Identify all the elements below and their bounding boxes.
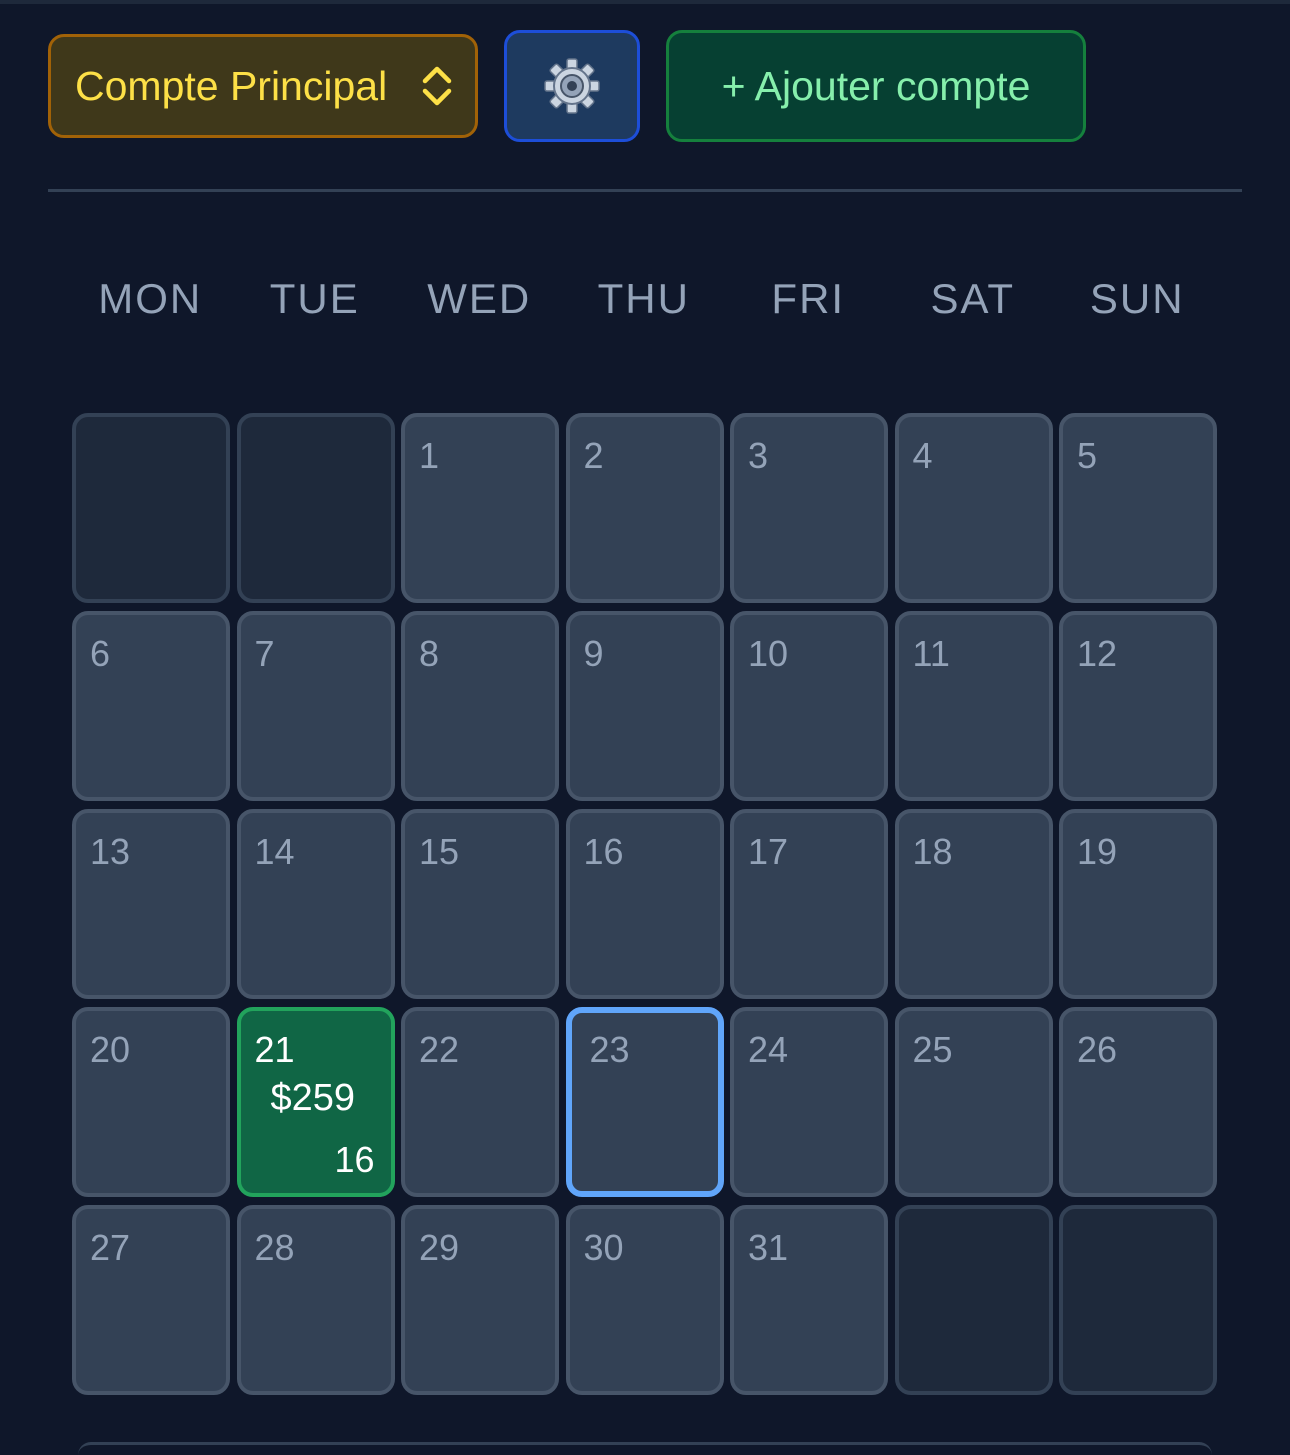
calendar-day[interactable]: 11 [894,611,1053,801]
day-number: 23 [589,1029,630,1070]
calendar-day[interactable]: 21 $259 16 [236,1007,395,1197]
calendar-day[interactable]: 13 [72,809,230,999]
settings-button[interactable] [504,30,640,142]
calendar-day[interactable]: 14 [236,809,395,999]
calendar-day[interactable]: 31 [730,1205,888,1395]
calendar-day[interactable]: 10 [730,611,888,801]
account-select-label: Compte Principal [75,62,388,109]
day-trade-count: 16 [334,1139,375,1180]
day-number: 15 [419,831,460,872]
calendar-day-empty [1059,1205,1217,1395]
calendar-day[interactable]: 28 [236,1205,395,1395]
day-number: 19 [1077,831,1118,872]
day-number: 7 [254,633,275,674]
account-select[interactable]: Compte Principal [48,34,478,138]
toolbar: Compte Principal + Ajouter compte [48,30,1086,142]
calendar-day[interactable]: 27 [72,1205,230,1395]
calendar-day[interactable]: 30 [565,1205,724,1395]
calendar-day[interactable]: 18 [894,809,1053,999]
calendar-day[interactable]: 8 [401,611,559,801]
day-number: 8 [419,633,440,674]
day-number: 4 [912,435,933,476]
divider [48,189,1242,192]
calendar-day[interactable]: 25 [894,1007,1053,1197]
calendar-day[interactable]: 2 [565,413,724,603]
day-number: 16 [583,831,624,872]
weekday-label: SAT [930,275,1016,322]
calendar-day-empty [72,413,230,603]
day-number: 13 [90,831,131,872]
day-number: 20 [90,1029,131,1070]
day-number: 27 [90,1227,131,1268]
day-number: 11 [912,633,950,674]
day-number: 12 [1077,633,1118,674]
day-number: 10 [748,633,789,674]
day-number: 17 [748,831,789,872]
calendar-day[interactable]: 22 [401,1007,559,1197]
day-number: 14 [254,831,295,872]
calendar-day[interactable]: 1 [401,413,559,603]
day-number: 29 [419,1227,460,1268]
day-number: 26 [1077,1029,1118,1070]
day-number: 30 [583,1227,624,1268]
weekday-label: TUE [269,275,360,322]
add-account-button[interactable]: + Ajouter compte [666,30,1086,142]
day-number: 1 [419,435,440,476]
day-number: 2 [583,435,604,476]
day-number: 31 [748,1227,789,1268]
calendar-day[interactable]: 15 [401,809,559,999]
calendar-day[interactable]: 23 [565,1007,724,1197]
day-number: 21 [254,1029,295,1070]
weekday-label: WED [427,275,532,322]
weekday-label: FRI [771,275,846,322]
top-edge [0,0,1290,4]
weekday-label: THU [597,275,690,322]
calendar-day[interactable]: 20 [72,1007,230,1197]
calendar-day[interactable]: 19 [1059,809,1217,999]
day-number: 22 [419,1029,460,1070]
calendar-day[interactable]: 17 [730,809,888,999]
day-number: 28 [254,1227,295,1268]
day-number: 5 [1077,435,1098,476]
chevron-up-down-icon [422,66,452,106]
weekday-label: MON [98,275,203,322]
calendar-day[interactable]: 5 [1059,413,1217,603]
calendar-day[interactable]: 16 [565,809,724,999]
calendar-grid: 1 2 3 4 5 6 7 8 9 10 11 12 13 14 15 16 17 18 19 20 21 $259 16 2… [72,413,1217,1395]
day-pnl-amount: $259 [270,1077,356,1119]
day-number: 18 [912,831,953,872]
calendar-day-empty [236,413,395,603]
calendar-day[interactable]: 29 [401,1205,559,1395]
weekday-header: MON TUE WED THU FRI SAT SUN [68,270,1220,328]
day-number: 3 [748,435,769,476]
calendar-day-empty [894,1205,1053,1395]
calendar-day[interactable]: 4 [894,413,1053,603]
calendar-day[interactable]: 9 [565,611,724,801]
day-number: 25 [912,1029,953,1070]
day-number: 24 [748,1029,789,1070]
day-number: 9 [583,633,604,674]
day-number: 6 [90,633,111,674]
weekday-label: SUN [1089,275,1185,322]
calendar-day[interactable]: 24 [730,1007,888,1197]
gear-icon [544,58,600,114]
calendar-day[interactable]: 6 [72,611,230,801]
calendar-day[interactable]: 26 [1059,1007,1217,1197]
calendar-day[interactable]: 7 [236,611,395,801]
calendar-day[interactable]: 3 [730,413,888,603]
calendar-day[interactable]: 12 [1059,611,1217,801]
